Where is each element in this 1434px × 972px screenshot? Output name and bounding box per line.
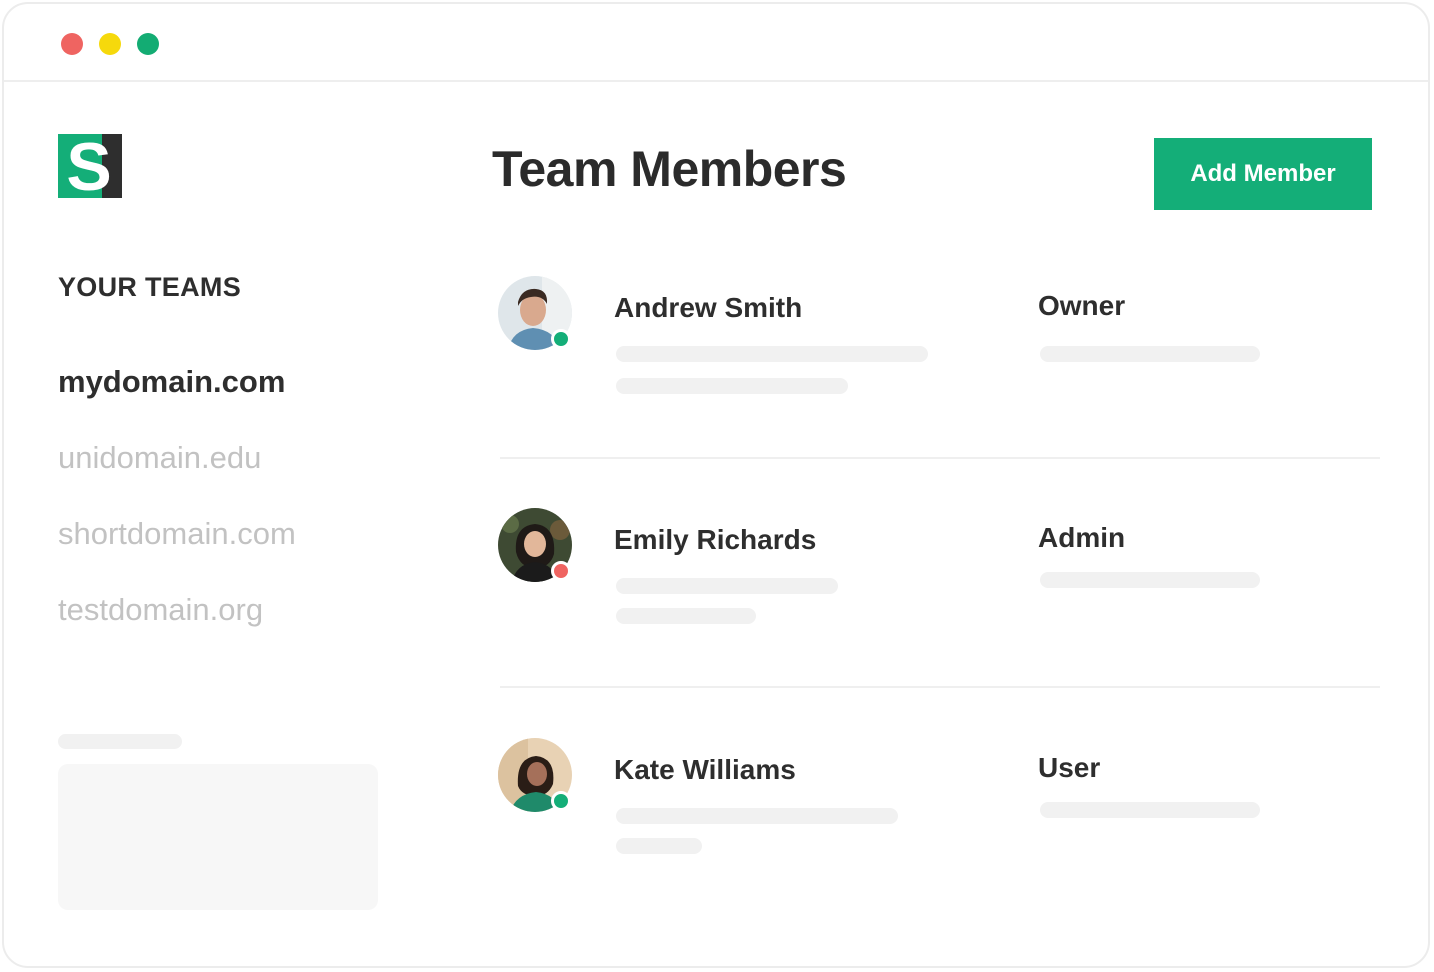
team-item-mydomain[interactable]: mydomain.com bbox=[58, 364, 285, 400]
member-name: Kate Williams bbox=[614, 754, 796, 785]
member-row[interactable]: Emily Richards Admin bbox=[498, 508, 1380, 658]
avatar bbox=[498, 738, 572, 812]
sidebar-skeleton-card bbox=[58, 764, 378, 910]
skeleton-line bbox=[616, 838, 702, 854]
member-role: User bbox=[1038, 752, 1101, 783]
row-divider bbox=[500, 457, 1380, 459]
avatar bbox=[498, 276, 572, 350]
skeleton-line bbox=[616, 808, 898, 824]
skeleton-line bbox=[616, 578, 838, 594]
offline-status-icon bbox=[551, 561, 571, 581]
teams-heading: YOUR TEAMS bbox=[58, 272, 242, 302]
skeleton-line bbox=[616, 346, 928, 362]
maximize-window-button[interactable] bbox=[137, 33, 159, 55]
close-window-button[interactable] bbox=[61, 33, 83, 55]
page-title: Team Members bbox=[492, 141, 847, 197]
member-role: Admin bbox=[1038, 522, 1126, 553]
title-bar bbox=[4, 4, 1428, 82]
member-row[interactable]: Andrew Smith Owner bbox=[498, 276, 1380, 426]
add-member-button[interactable]: Add Member bbox=[1154, 138, 1372, 210]
minimize-window-button[interactable] bbox=[99, 33, 121, 55]
online-status-icon bbox=[551, 329, 571, 349]
team-item-testdomain[interactable]: testdomain.org bbox=[58, 592, 263, 628]
member-name: Emily Richards bbox=[614, 524, 817, 555]
online-status-icon bbox=[551, 791, 571, 811]
skeleton-line bbox=[1040, 802, 1260, 818]
member-row[interactable]: Kate Williams User bbox=[498, 738, 1380, 888]
member-role: Owner bbox=[1038, 290, 1126, 321]
skeleton-line bbox=[1040, 346, 1260, 362]
team-item-shortdomain[interactable]: shortdomain.com bbox=[58, 516, 296, 552]
team-item-unidomain[interactable]: unidomain.edu bbox=[58, 440, 261, 476]
avatar bbox=[498, 508, 572, 582]
logo-letter: S bbox=[66, 134, 111, 198]
skeleton-line bbox=[616, 378, 848, 394]
skeleton-line bbox=[1040, 572, 1260, 588]
member-name: Andrew Smith bbox=[614, 292, 803, 323]
skeleton-line bbox=[616, 608, 756, 624]
brand-logo-icon: S bbox=[58, 129, 122, 205]
row-divider bbox=[500, 686, 1380, 688]
sidebar-skeleton-line bbox=[58, 734, 182, 749]
